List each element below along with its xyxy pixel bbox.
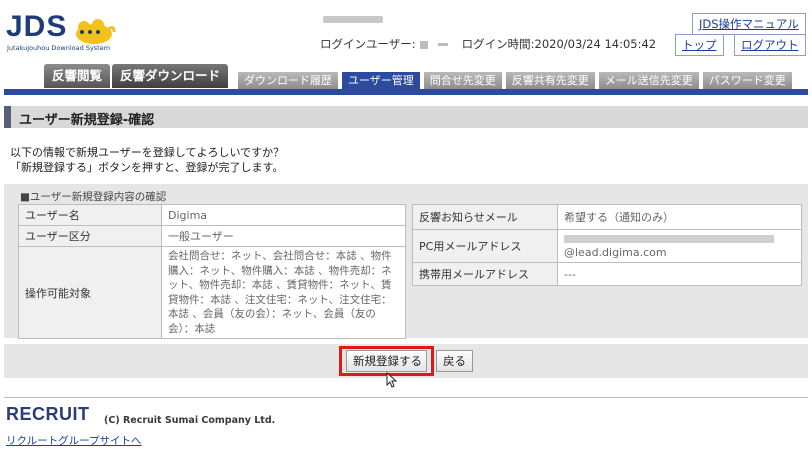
pc-mail-domain: @lead.digima.com <box>564 246 667 259</box>
login-time-label: ログイン時間: <box>461 37 535 51</box>
top-link[interactable]: トップ <box>675 34 724 56</box>
action-bar: 新規登録する 戻る <box>4 344 808 378</box>
logout-link[interactable]: ログアウト <box>734 34 806 56</box>
login-time: 2020/03/24 14:05:42 <box>534 37 657 51</box>
login-user-masked <box>419 40 428 49</box>
confirm-section: ■ユーザー新規登録内容の確認 ユーザー名 Digima ユーザー区分 一般ユーザ… <box>4 184 808 339</box>
tab-response-view[interactable]: 反響閲覧 <box>44 64 111 88</box>
tab-mail-change[interactable]: メール送信先変更 <box>598 72 699 89</box>
sub-tabs: ダウンロード履歴 ユーザー管理 問合せ先変更 反響共有先変更 メール送信先変更 … <box>238 72 792 89</box>
login-info: ログインユーザー: ログイン時間:2020/03/24 14:05:42 <box>320 36 656 52</box>
mascot-icon <box>76 19 116 44</box>
logo-text: JDS <box>6 10 68 43</box>
intro-line-1: 以下の情報で新規ユーザーを登録してよろしいですか？ <box>10 146 285 159</box>
tab-user-management[interactable]: ユーザー管理 <box>342 72 420 89</box>
tab-response-download[interactable]: 反響ダウンロード <box>112 64 229 88</box>
intro-line-2: 「新規登録する」ボタンを押すと、登録が完了します。 <box>10 161 284 174</box>
table-row: ユーザー区分 一般ユーザー <box>18 225 406 247</box>
username-label: ユーザー名 <box>18 204 162 226</box>
tab-contact-change[interactable]: 問合せ先変更 <box>423 72 502 89</box>
logo-subtitle: Jutakujouhou Download System <box>7 44 111 52</box>
tab-share-change[interactable]: 反響共有先変更 <box>505 72 595 89</box>
footer-divider <box>4 397 808 398</box>
user-type-label: ユーザー区分 <box>18 225 162 247</box>
tab-password-change[interactable]: パスワード変更 <box>702 72 792 89</box>
pc-mail-masked <box>564 235 774 243</box>
table-row: 操作可能対象 会社問合せ：ネット、会社問合せ：本誌 、物件購入：ネット、物件購入… <box>18 246 406 339</box>
page-title: ユーザー新規登録-確認 <box>19 113 155 128</box>
login-user-label: ログインユーザー: <box>320 37 416 51</box>
pc-mail-value: @lead.digima.com <box>557 229 802 263</box>
section-title: ■ユーザー新規登録内容の確認 <box>20 191 167 203</box>
group-site-link[interactable]: リクルートグループサイトへ <box>6 433 142 448</box>
username-value: Digima <box>161 204 406 226</box>
main-tabs: 反響閲覧 反響ダウンロード <box>44 64 229 88</box>
jds-logo: JDS Jutakujouhou Download System <box>6 10 126 54</box>
operable-targets-value: 会社問合せ：ネット、会社問合せ：本誌 、物件購入：ネット、物件購入：本誌 、物件… <box>161 246 406 339</box>
copyright: (C) Recruit Sumai Company Ltd. <box>104 415 276 426</box>
company-name-masked <box>323 16 383 23</box>
table-row: ユーザー名 Digima <box>18 204 406 226</box>
operable-targets-label: 操作可能対象 <box>18 246 162 339</box>
page-title-bar: ユーザー新規登録-確認 <box>4 106 808 128</box>
table-row: 携帯用メールアドレス --- <box>412 262 802 286</box>
notice-mail-label: 反響お知らせメール <box>412 204 558 230</box>
mobile-mail-value: --- <box>557 262 802 286</box>
manual-link[interactable]: JDS操作マニュアル <box>692 13 806 35</box>
user-info-table: ユーザー名 Digima ユーザー区分 一般ユーザー 操作可能対象 会社問合せ：… <box>18 204 406 339</box>
login-user-masked-2 <box>437 43 448 46</box>
table-row: 反響お知らせメール 希望する（通知のみ） <box>412 204 802 230</box>
tab-underline <box>4 89 808 95</box>
mobile-mail-label: 携帯用メールアドレス <box>412 262 558 286</box>
user-type-value: 一般ユーザー <box>161 225 406 247</box>
back-button[interactable]: 戻る <box>436 350 473 372</box>
mouse-cursor-icon <box>386 372 398 388</box>
intro-text: 以下の情報で新規ユーザーを登録してよろしいですか？ 「新規登録する」ボタンを押す… <box>10 145 284 175</box>
pc-mail-label: PC用メールアドレス <box>412 229 558 263</box>
notice-mail-value: 希望する（通知のみ） <box>557 204 802 230</box>
mail-info-table: 反響お知らせメール 希望する（通知のみ） PC用メールアドレス @lead.di… <box>412 204 802 286</box>
recruit-logo: RECRUIT <box>6 404 90 424</box>
tab-download-history[interactable]: ダウンロード履歴 <box>238 72 338 89</box>
register-button[interactable]: 新規登録する <box>346 350 427 372</box>
table-row: PC用メールアドレス @lead.digima.com <box>412 229 802 263</box>
